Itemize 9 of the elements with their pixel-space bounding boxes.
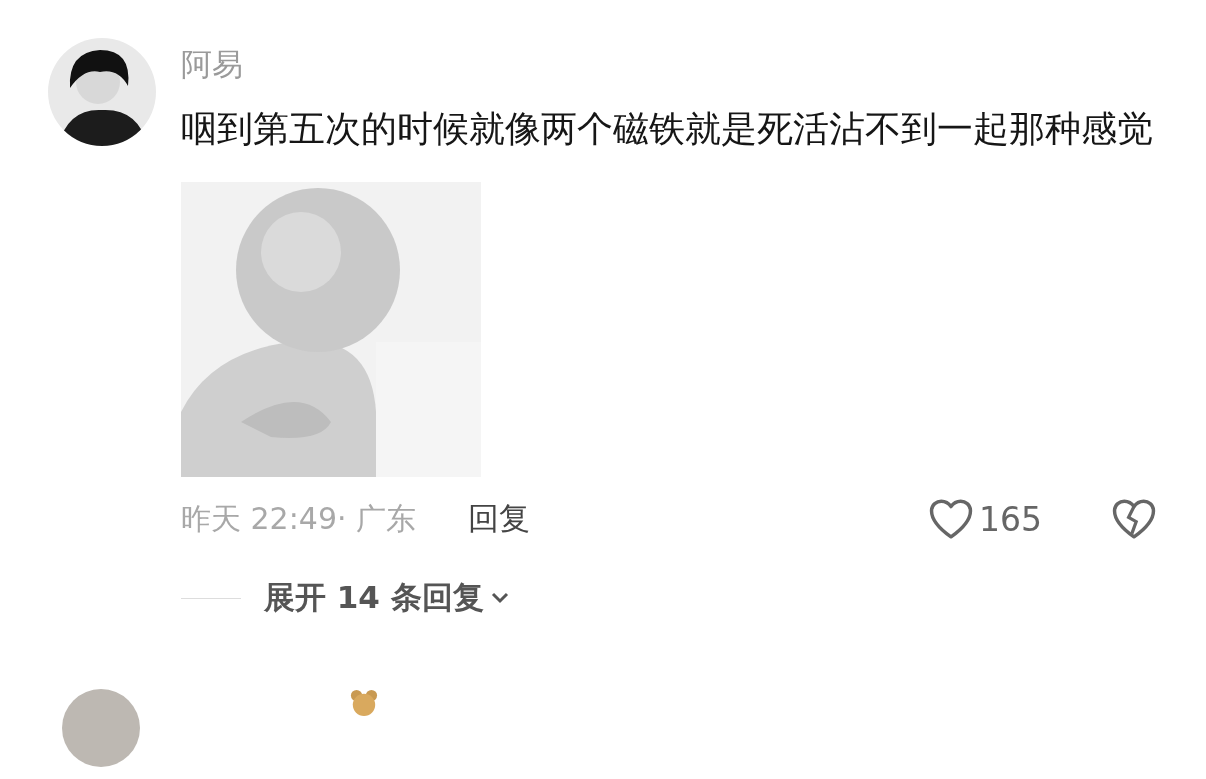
expand-replies-button[interactable]: 展开 14 条回复 (264, 577, 510, 619)
reply-button[interactable]: 回复 (468, 498, 531, 540)
like-icon[interactable] (929, 499, 973, 539)
bear-icon (350, 689, 378, 717)
dislike-icon[interactable] (1112, 499, 1156, 539)
comment-text: 咽到第五次的时候就像两个磁铁就是死活沾不到一起那种感觉 (181, 107, 1154, 151)
timestamp: 昨天 22:49· 广东 (181, 499, 417, 538)
chevron-down-icon (489, 592, 510, 604)
like-count: 165 (979, 499, 1042, 539)
